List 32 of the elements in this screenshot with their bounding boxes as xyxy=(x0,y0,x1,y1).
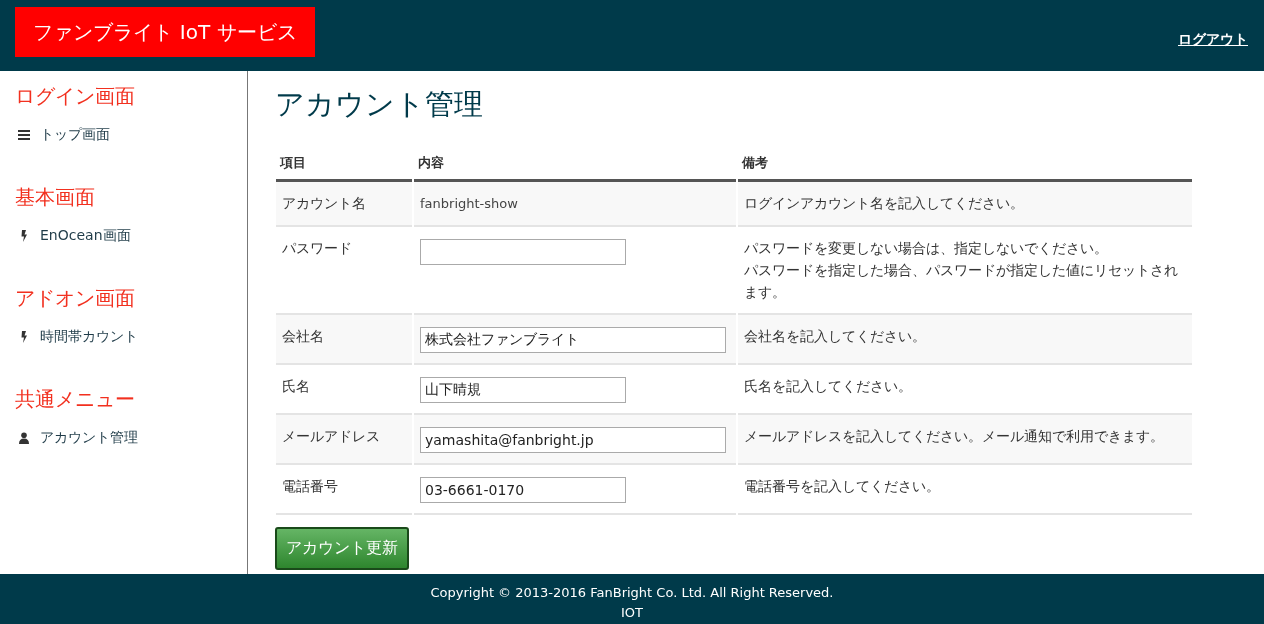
logout-link[interactable]: ログアウト xyxy=(1178,31,1248,49)
remark-text: パスワードを指定した場合、パスワードが指定した値にリセットされます。 xyxy=(744,261,1179,302)
remark-text: 氏名を記入してください。 xyxy=(744,377,913,396)
field-label: メールアドレス xyxy=(276,415,412,465)
sidebar-heading: 基本画面 xyxy=(15,184,96,210)
page-title: アカウント管理 xyxy=(275,86,484,123)
sidebar-item[interactable]: アカウント管理 xyxy=(15,429,247,447)
field-label: 会社名 xyxy=(276,315,412,365)
input-field[interactable]: 山下晴規 xyxy=(420,377,626,403)
remark-text: メールアドレスを記入してください。メール通知で利用できます。 xyxy=(744,427,1165,446)
sidebar-heading: アドオン画面 xyxy=(15,285,136,311)
sidebar-heading: 共通メニュー xyxy=(15,386,136,412)
input-field[interactable]: 03-6661-0170 xyxy=(420,477,626,503)
remark-text: ログインアカウント名を記入してください。 xyxy=(744,194,1025,213)
field-label: アカウント名 xyxy=(276,182,412,227)
remark-text: 電話番号を記入してください。 xyxy=(744,477,941,496)
product-label: IOT xyxy=(620,604,644,622)
input-field[interactable]: yamashita@fanbright.jp xyxy=(420,427,726,453)
user-icon xyxy=(18,432,30,444)
sidebar-item[interactable]: トップ画面 xyxy=(15,126,247,144)
brand-logo[interactable]: ファンブライト IoT サービス xyxy=(15,7,315,57)
input-field[interactable] xyxy=(420,239,626,265)
copyright-text: Copyright © 2013-2016 FanBright Co. Ltd. All Right Reserved. xyxy=(429,584,835,602)
sidebar-item[interactable]: EnOcean画面 xyxy=(15,227,247,245)
input-field[interactable]: 株式会社ファンブライト xyxy=(420,327,726,353)
list-icon xyxy=(18,129,30,141)
field-label: 電話番号 xyxy=(276,465,412,515)
remark-text: 会社名を記入してください。 xyxy=(744,327,927,346)
sidebar-item[interactable]: 時間帯カウント xyxy=(15,328,247,346)
account-name-value: fanbright-show xyxy=(420,196,518,211)
sidebar-heading: ログイン画面 xyxy=(15,83,136,109)
remark-text: パスワードを変更しない場合は、指定しないでください。 xyxy=(744,239,1109,258)
